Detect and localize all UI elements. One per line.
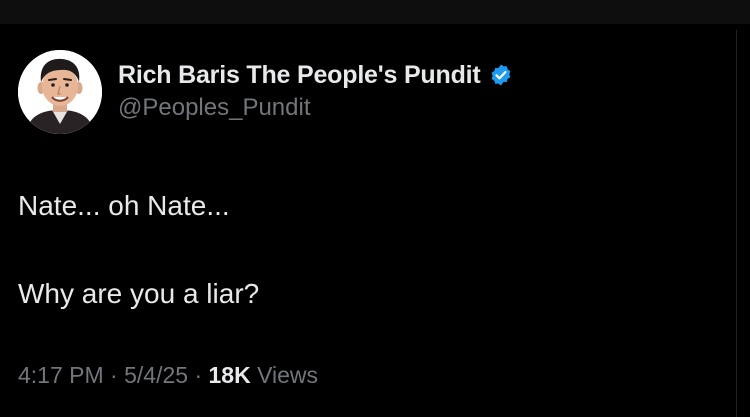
author-handle[interactable]: @Peoples_Pundit: [118, 94, 311, 122]
tweet-line-gap: [18, 228, 259, 272]
tweet-line-1: Nate... oh Nate...: [18, 190, 230, 221]
meta-separator: ·: [188, 362, 209, 388]
views-label[interactable]: Views: [251, 362, 318, 388]
right-divider: [736, 30, 737, 417]
avatar[interactable]: [18, 50, 102, 134]
avatar-portrait-icon: [18, 50, 102, 134]
tweet-time[interactable]: 4:17 PM: [18, 362, 104, 388]
tweet-meta: 4:17 PM · 5/4/25 · 18K Views: [18, 362, 318, 389]
tweet-line-2: Why are you a liar?: [18, 278, 260, 309]
tweet-card: Rich Baris The People's Pundit @Peoples_…: [0, 24, 736, 417]
author-display-name[interactable]: Rich Baris The People's Pundit: [118, 61, 481, 90]
tweet-text: Nate... oh Nate... Why are you a liar?: [18, 184, 259, 316]
top-strip: [0, 0, 750, 24]
verified-badge-icon[interactable]: [489, 63, 513, 87]
meta-separator: ·: [103, 362, 125, 388]
author-name-row: Rich Baris The People's Pundit: [118, 58, 513, 92]
views-count[interactable]: 18K: [209, 362, 251, 388]
tweet-date[interactable]: 5/4/25: [124, 362, 188, 388]
